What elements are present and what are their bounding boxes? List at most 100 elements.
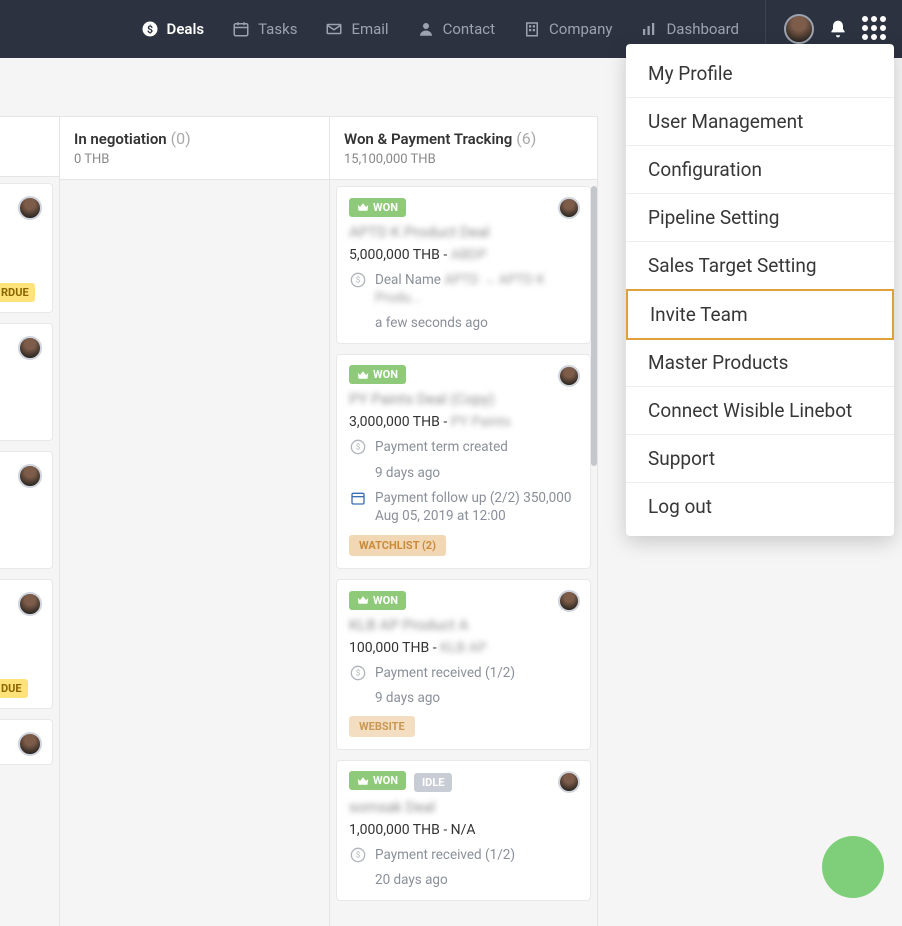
deal-card[interactable]: WON PY Paints Deal (Copy) 3,000,000 THB …: [336, 354, 591, 569]
card-owner-avatar: [18, 592, 42, 616]
activity-time: 20 days ago: [349, 872, 578, 888]
svg-text:$: $: [147, 23, 153, 36]
deal-title: PY Paints Deal (Copy): [349, 390, 578, 408]
dropdown-pipeline-setting[interactable]: Pipeline Setting: [626, 194, 894, 242]
dollar-icon: $: [349, 664, 367, 682]
dropdown-configuration[interactable]: Configuration: [626, 146, 894, 194]
calendar-icon: [349, 489, 367, 507]
activity-row: $ Payment term created: [349, 438, 578, 456]
won-label: WON: [373, 594, 398, 607]
svg-text:$: $: [356, 275, 361, 284]
column-header-partial: [0, 116, 59, 177]
activity-time: 9 days ago: [349, 690, 578, 706]
dollar-icon: $: [349, 846, 367, 864]
crown-icon: [357, 202, 369, 212]
nav-contact-label: Contact: [443, 20, 495, 38]
column-title: In negotiation: [74, 130, 167, 148]
partial-card[interactable]: [0, 323, 53, 441]
column-partial-left: RDUE DUE: [0, 116, 60, 926]
activity-row: $ Deal Name APTD → APTD K Produ...: [349, 271, 578, 307]
card-owner-avatar: [558, 771, 580, 793]
bar-chart-icon: [640, 20, 658, 38]
overdue-badge: RDUE: [0, 283, 35, 302]
won-label: WON: [373, 368, 398, 381]
dollar-icon: $: [349, 438, 367, 456]
nav-company-label: Company: [549, 20, 612, 38]
column-subtotal: 0 THB: [74, 152, 315, 167]
card-owner-avatar: [18, 336, 42, 360]
crown-icon: [357, 595, 369, 605]
user-avatar[interactable]: [784, 14, 814, 44]
nav-dashboard-label: Dashboard: [666, 20, 739, 38]
deal-amount: 1,000,000 THB - N/A: [349, 822, 578, 838]
svg-text:$: $: [356, 443, 361, 452]
column-count: (0): [171, 129, 191, 148]
deal-card[interactable]: WON KLB AP Product A 100,000 THB - KLB A…: [336, 579, 591, 750]
activity-row: $ Payment received (1/2): [349, 664, 578, 682]
nav-deals[interactable]: $ Deals: [127, 0, 219, 58]
won-badge: WON: [349, 365, 406, 384]
deal-card[interactable]: WON IDLE somsak Deal 1,000,000 THB - N/A…: [336, 760, 591, 901]
column-header: Won & Payment Tracking (6) 15,100,000 TH…: [330, 116, 597, 180]
partial-card[interactable]: DUE: [0, 579, 53, 709]
nav-company[interactable]: Company: [509, 0, 626, 58]
column-body[interactable]: [60, 180, 329, 926]
deal-amount: 3,000,000 THB - PY Paints: [349, 414, 578, 430]
deal-title: KLB AP Product A: [349, 616, 578, 634]
column-body-partial: RDUE DUE: [0, 177, 59, 926]
fab-add-button[interactable]: [822, 836, 884, 898]
nav-tasks[interactable]: Tasks: [218, 0, 311, 58]
crown-icon: [357, 776, 369, 786]
nav-contact[interactable]: Contact: [403, 0, 509, 58]
deal-title: APTD K Product Deal: [349, 223, 578, 241]
partial-card[interactable]: [0, 451, 53, 569]
partial-card[interactable]: RDUE: [0, 183, 53, 313]
partial-card[interactable]: [0, 719, 53, 765]
nav-tasks-label: Tasks: [258, 20, 297, 38]
nav-deals-label: Deals: [167, 20, 205, 38]
svg-text:$: $: [356, 668, 361, 677]
dropdown-my-profile[interactable]: My Profile: [626, 50, 894, 98]
deal-card[interactable]: WON APTD K Product Deal 5,000,000 THB - …: [336, 186, 591, 344]
idle-badge: IDLE: [414, 773, 453, 792]
calendar-icon: [232, 20, 250, 38]
svg-text:$: $: [356, 850, 361, 859]
dropdown-logout[interactable]: Log out: [626, 483, 894, 530]
dropdown-support[interactable]: Support: [626, 435, 894, 483]
scrollbar[interactable]: [591, 186, 597, 920]
apps-grid-icon[interactable]: [862, 16, 888, 42]
card-owner-avatar: [18, 464, 42, 488]
activity-row: $ Payment received (1/2): [349, 846, 578, 864]
followup-row: Payment follow up (2/2) 350,000 Aug 05, …: [349, 489, 578, 525]
website-tag: WEBSITE: [349, 716, 415, 737]
crown-icon: [357, 370, 369, 380]
column-subtotal: 15,100,000 THB: [344, 152, 583, 167]
won-badge: WON: [349, 198, 406, 217]
won-label: WON: [373, 201, 398, 214]
won-label: WON: [373, 774, 398, 787]
bell-icon[interactable]: [828, 19, 848, 39]
nav-email[interactable]: Email: [311, 0, 402, 58]
nav-email-label: Email: [351, 20, 388, 38]
building-icon: [523, 20, 541, 38]
scrollbar-thumb[interactable]: [591, 186, 597, 466]
overdue-badge: DUE: [0, 679, 28, 698]
column-body[interactable]: WON APTD K Product Deal 5,000,000 THB - …: [330, 180, 597, 926]
column-count: (6): [516, 129, 536, 148]
card-owner-avatar: [18, 196, 42, 220]
won-badge: WON: [349, 591, 406, 610]
column-header: In negotiation (0) 0 THB: [60, 116, 329, 180]
dropdown-user-management[interactable]: User Management: [626, 98, 894, 146]
dropdown-invite-team[interactable]: Invite Team: [626, 289, 894, 340]
envelope-icon: [325, 20, 343, 38]
dropdown-connect-linebot[interactable]: Connect Wisible Linebot: [626, 387, 894, 435]
activity-time: a few seconds ago: [349, 315, 578, 331]
dropdown-master-products[interactable]: Master Products: [626, 339, 894, 387]
user-dropdown: My Profile User Management Configuration…: [626, 44, 894, 536]
dropdown-sales-target[interactable]: Sales Target Setting: [626, 242, 894, 290]
dollar-circle-icon: $: [141, 20, 159, 38]
watchlist-tag: WATCHLIST (2): [349, 535, 446, 556]
nav-right: [766, 14, 888, 44]
deal-title: somsak Deal: [349, 798, 578, 816]
card-owner-avatar: [558, 590, 580, 612]
